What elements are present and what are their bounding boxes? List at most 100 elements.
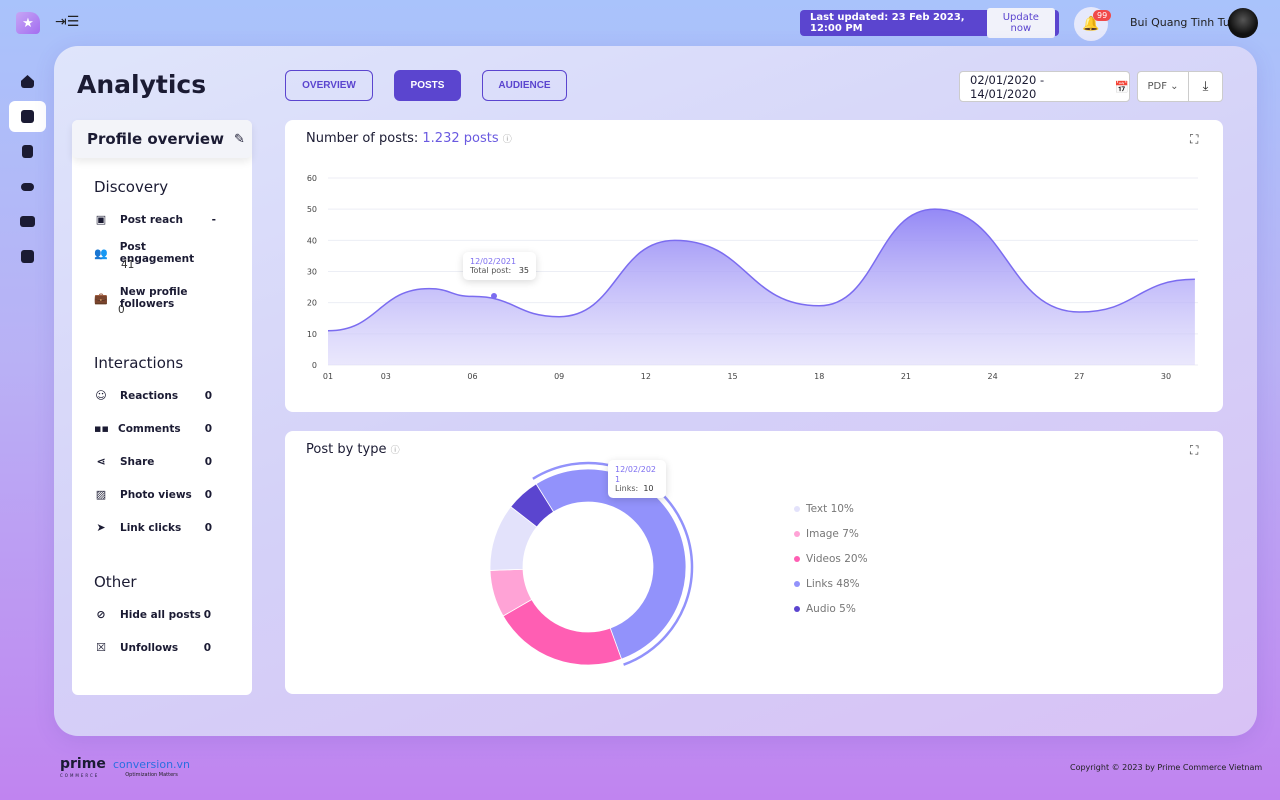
sidebar-item-home[interactable] (9, 66, 46, 97)
edit-pencil-icon[interactable]: ✎ (234, 132, 245, 147)
home-icon (21, 75, 34, 88)
tooltip-label: Total post: (470, 266, 512, 275)
legend-item-videos[interactable]: Videos 20% (794, 553, 868, 565)
post-type-card (285, 431, 1223, 694)
legend-dot (794, 531, 800, 537)
expand-icon[interactable]: ⛶ (1190, 443, 1198, 458)
stat-value: - (211, 213, 216, 226)
info-icon (21, 250, 34, 263)
sidebar (9, 66, 46, 276)
area-fill (328, 209, 1195, 365)
download-button[interactable]: ⤓ (1189, 72, 1222, 101)
people-icon: 👥 (94, 246, 108, 260)
grid-icon (20, 216, 35, 227)
tooltip-value: 35 (518, 266, 530, 275)
donut-slice-videos (502, 598, 623, 666)
date-range-picker[interactable]: 02/01/2020 - 14/01/2020 📅 (959, 71, 1130, 102)
conversion-logo: conversion.vn Optimization Matters (113, 758, 191, 780)
stat-label: Reactions (120, 389, 179, 402)
post-type-donut-chart (489, 461, 694, 666)
legend-dot (794, 506, 800, 512)
section-interactions: Interactions (94, 354, 184, 372)
tab-audience[interactable]: AUDIENCE (482, 70, 567, 101)
export-format-value: PDF (1147, 81, 1167, 92)
section-other: Other (94, 573, 137, 591)
tab-posts[interactable]: POSTS (394, 70, 461, 101)
page-title: Analytics (77, 70, 207, 99)
stat-label: Post engagement (119, 241, 195, 265)
y-tick-label: 20 (307, 299, 317, 308)
legend-dot (794, 556, 800, 562)
stat-label: Hide all posts (120, 608, 201, 621)
menu-collapse-icon[interactable]: ⇥☰ (55, 14, 79, 30)
x-tick-label: 24 (988, 372, 998, 381)
legend-label: Links 48% (806, 578, 860, 590)
stat-post-reach: ▣ Post reach - (94, 213, 222, 226)
legend-item-text[interactable]: Text 10% (794, 503, 854, 515)
share-icon: ⋖ (96, 455, 106, 468)
legend-item-links[interactable]: Links 48% (794, 578, 860, 590)
stat-value: 0 (203, 641, 211, 654)
sidebar-item-documents[interactable] (9, 136, 46, 167)
stat-post-engagement: 👥 Post engagement (94, 241, 222, 265)
stat-value: 41 (121, 259, 135, 271)
stat-label: Comments (118, 422, 181, 435)
legend-item-audio[interactable]: Audio 5% (794, 603, 856, 615)
stat-photo-views: ▨ Photo views 0 (94, 488, 212, 501)
stat-value: 0 (204, 521, 212, 534)
x-tick-label: 30 (1161, 372, 1171, 381)
last-updated-bar: Last updated: 23 Feb 2023, 12:00 PM Updat… (800, 8, 1059, 38)
posts-tooltip: 12/02/2021 Total post: 35 (463, 252, 537, 280)
legend-label: Text 10% (806, 503, 854, 515)
smiley-icon: ☺ (95, 389, 107, 402)
tooltip-date: 12/02/2021 (615, 465, 657, 484)
stat-hide-all-posts: ⊘ Hide all posts 0 (94, 608, 211, 621)
posts-area-chart: 0 10 20 30 40 50 60 01 03 06 09 12 15 18 21 24 27 30 (307, 174, 1198, 381)
stat-label: Photo views (120, 488, 192, 501)
x-tick-label: 12 (641, 372, 651, 381)
x-tick-label: 15 (727, 372, 737, 381)
stat-unfollows: ☒ Unfollows 0 (94, 641, 211, 654)
export-format-select[interactable]: PDF ⌄ (1138, 72, 1189, 101)
update-now-button[interactable]: Update now (986, 8, 1055, 38)
user-name[interactable]: Bui Quang Tinh Tu (1130, 16, 1230, 29)
y-tick-label: 10 (307, 330, 317, 339)
close-box-icon: ☒ (96, 641, 106, 654)
legend-item-image[interactable]: Image 7% (794, 528, 859, 540)
post-type-title-label: Post by type (306, 442, 387, 457)
stat-label: Post reach (120, 213, 183, 226)
tab-overview[interactable]: OVERVIEW (285, 70, 373, 101)
x-tick-label: 18 (814, 372, 824, 381)
brand1: prime (60, 756, 106, 772)
photo-icon: ▨ (95, 488, 107, 501)
sidebar-item-info[interactable] (9, 241, 46, 272)
avatar[interactable] (1228, 8, 1258, 38)
legend-dot (794, 606, 800, 612)
notification-badge: 99 (1093, 10, 1112, 21)
donut-tooltip: 12/02/2021 Links: 10 (608, 460, 666, 499)
profile-overview-title: Profile overview (87, 130, 224, 148)
sidebar-item-grid[interactable] (9, 206, 46, 237)
stat-reactions: ☺ Reactions 0 (94, 389, 212, 402)
hover-point (491, 293, 497, 299)
export-controls: PDF ⌄ ⤓ (1137, 71, 1223, 102)
download-icon: ⤓ (1202, 79, 1209, 94)
briefcase-icon: 💼 (94, 291, 108, 305)
stat-link-clicks: ➤ Link clicks 0 (94, 521, 212, 534)
x-tick-label: 27 (1074, 372, 1084, 381)
y-tick-label: 60 (307, 174, 317, 183)
brand2: conversion.vn (113, 758, 191, 771)
stat-new-followers: 💼 New profile followers (94, 286, 244, 310)
help-icon[interactable]: ⓘ (391, 446, 400, 456)
sidebar-item-settings[interactable] (9, 171, 46, 202)
profile-overview-header: Profile overview ✎ (72, 120, 252, 158)
chevron-down-icon: ⌄ (1170, 81, 1179, 92)
stat-value: 0 (204, 422, 212, 435)
app-logo[interactable]: ★ (16, 12, 40, 34)
stat-value: 0 (203, 608, 211, 621)
legend-label: Image 7% (806, 528, 859, 540)
sidebar-item-analytics[interactable] (9, 101, 46, 132)
comments-grid-icon: ▪▪ (94, 422, 109, 435)
ticket-icon: ▣ (95, 213, 107, 226)
stat-value: 0 (118, 304, 125, 316)
